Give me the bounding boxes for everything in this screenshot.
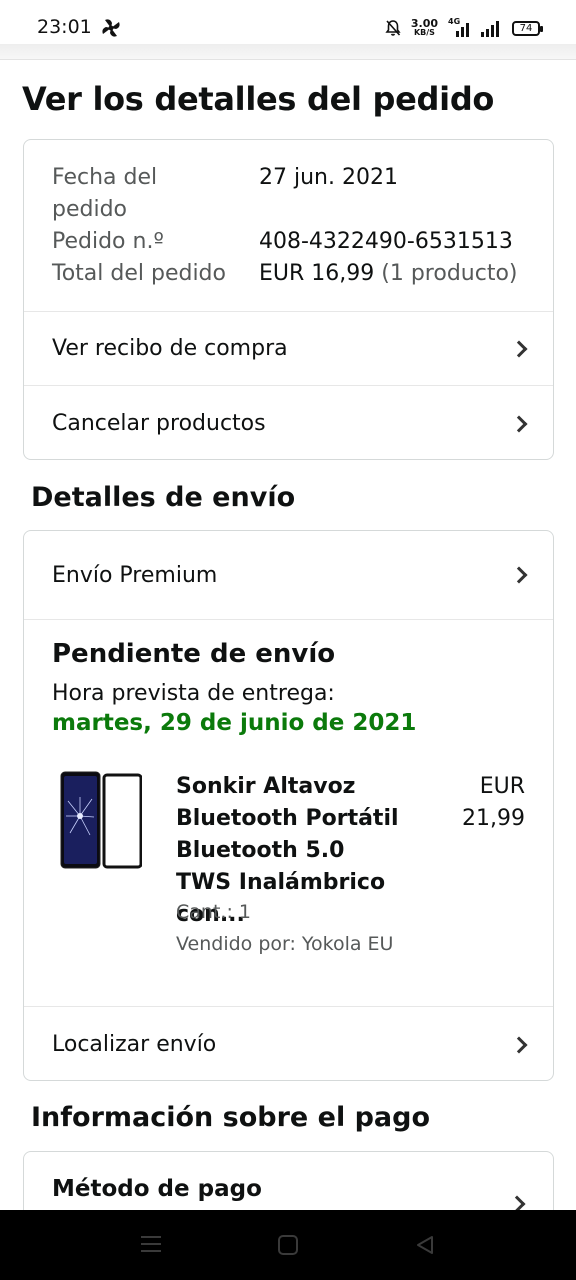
track-shipment-label: Localizar envío <box>52 1032 217 1057</box>
shipment-status-block: Pendiente de envío Hora prevista de entr… <box>52 639 529 736</box>
order-summary-card: Fecha del pedido 27 jun. 2021 Pedido n.º… <box>23 139 554 460</box>
order-date-label-text: Fecha del pedido <box>52 165 158 222</box>
battery-level: 74 <box>519 22 533 34</box>
eta-date: martes, 29 de junio de 2021 <box>52 710 417 736</box>
recent-apps-icon[interactable] <box>141 1236 161 1252</box>
battery-icon: 74 <box>512 20 543 36</box>
chevron-right-icon <box>510 1036 528 1053</box>
product-quantity: Cant.: 1 <box>176 901 251 923</box>
mute-bell-icon <box>385 20 401 36</box>
product-price: EUR 21,99 <box>435 771 525 835</box>
shipping-method-link[interactable]: Envío Premium <box>24 531 553 619</box>
order-total-amount: EUR 16,99 <box>259 261 375 286</box>
page-title: Ver los detalles del pedido <box>22 80 495 118</box>
shipping-method-label: Envío Premium <box>52 562 218 588</box>
product-price-currency: EUR <box>479 774 525 799</box>
order-number-value: 408-4322490-6531513 <box>259 229 513 254</box>
order-total-value: EUR 16,99 (1 producto) <box>259 258 533 290</box>
app-header-strip <box>0 44 576 60</box>
order-number-row: Pedido n.º 408-4322490-6531513 <box>52 226 533 258</box>
back-icon[interactable] <box>414 1234 436 1256</box>
navigation-bar <box>0 1210 576 1280</box>
order-total-row: Total del pedido EUR 16,99 (1 producto) <box>52 258 533 290</box>
home-icon[interactable] <box>278 1235 298 1255</box>
shipping-section-title: Detalles de envío <box>31 482 296 513</box>
net-speed-unit: KB/S <box>413 28 435 37</box>
order-number-label: Pedido n.º <box>52 229 164 254</box>
status-time: 23:01 <box>37 16 92 38</box>
order-summary: Fecha del pedido 27 jun. 2021 Pedido n.º… <box>52 162 533 290</box>
shipping-card: Envío Premium Pendiente de envío Hora pr… <box>23 530 554 1081</box>
product-item[interactable]: Sonkir Altavoz Bluetooth Portátil Blueto… <box>60 771 525 971</box>
net-speed-value: 3.00 <box>410 17 438 30</box>
track-shipment-link[interactable]: Localizar envío <box>24 1006 553 1080</box>
signal-4g-icon: 4G <box>448 17 470 37</box>
product-seller: Vendido por: Yokola EU <box>176 933 394 955</box>
payment-method-label: Método de pago <box>52 1176 262 1202</box>
chevron-right-icon <box>510 415 528 432</box>
order-total-label: Total del pedido <box>52 261 226 286</box>
divider <box>24 619 553 620</box>
view-receipt-label: Ver recibo de compra <box>52 336 288 361</box>
eta-label: Hora prevista de entrega: <box>52 681 335 706</box>
net-speed-indicator: 3.00 KB/S <box>410 17 438 37</box>
signal-icon <box>481 21 499 37</box>
order-date-value: 27 jun. 2021 <box>259 165 398 190</box>
cancel-products-label: Cancelar productos <box>52 411 266 436</box>
cancel-products-link[interactable]: Cancelar productos <box>24 385 553 459</box>
order-date-row: Fecha del pedido 27 jun. 2021 <box>52 162 533 226</box>
product-image[interactable] <box>60 771 142 869</box>
chevron-right-icon <box>510 340 528 357</box>
payment-section-title: Información sobre el pago <box>31 1102 431 1133</box>
chevron-right-icon <box>510 566 528 584</box>
view-receipt-link[interactable]: Ver recibo de compra <box>24 311 553 385</box>
shipment-status: Pendiente de envío <box>52 639 336 669</box>
product-price-amount: 21,99 <box>462 806 525 831</box>
order-date-label: Fecha del pedido <box>52 162 259 226</box>
fan-app-icon <box>102 19 120 37</box>
order-total-items: (1 producto) <box>381 261 518 286</box>
